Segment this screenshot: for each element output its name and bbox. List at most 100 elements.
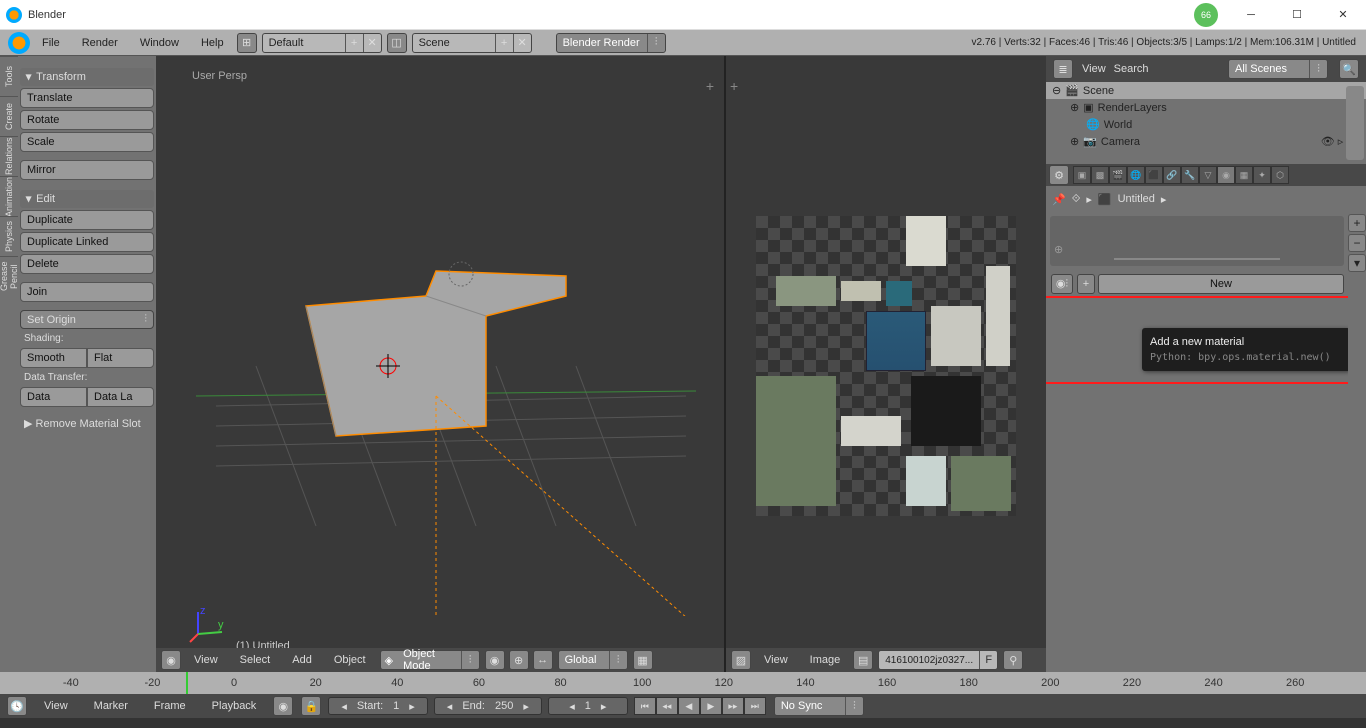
duplicate-linked-button[interactable]: Duplicate Linked bbox=[20, 232, 154, 252]
tab-animation[interactable]: Animation bbox=[0, 176, 18, 216]
tab-material[interactable]: ◉ bbox=[1217, 166, 1235, 184]
vp-add[interactable]: Add bbox=[282, 648, 322, 672]
keyframe-next-button[interactable]: ▸▸ bbox=[722, 697, 744, 715]
tab-relations[interactable]: Relations bbox=[0, 136, 18, 176]
tab-render-layers[interactable]: ▩ bbox=[1091, 166, 1109, 184]
pin-icon[interactable]: 📌 bbox=[1052, 193, 1066, 206]
shading-icon[interactable]: ◉ bbox=[485, 650, 505, 670]
outliner-scrollbar[interactable] bbox=[1346, 86, 1364, 160]
tab-scene[interactable]: 🎬 bbox=[1109, 166, 1127, 184]
current-frame-field[interactable]: ◂1▸ bbox=[548, 697, 628, 715]
sync-selector[interactable]: No Sync⫶ bbox=[774, 696, 864, 716]
play-button[interactable]: ▶ bbox=[700, 697, 722, 715]
outliner-search[interactable]: Search bbox=[1114, 63, 1149, 75]
tree-world[interactable]: 🌐World bbox=[1046, 116, 1366, 133]
delete-button[interactable]: Delete bbox=[20, 254, 154, 274]
tab-data[interactable]: ▽ bbox=[1199, 166, 1217, 184]
data-layout-button[interactable]: Data La bbox=[87, 387, 154, 407]
editor-type-icon[interactable]: 🕓 bbox=[7, 696, 27, 716]
manipulator-icon[interactable]: ↔ bbox=[533, 650, 553, 670]
slot-add-button[interactable]: + bbox=[1348, 214, 1366, 232]
auto-keyframe-icon[interactable]: ◉ bbox=[273, 696, 293, 716]
tab-create[interactable]: Create bbox=[0, 96, 18, 136]
engine-selector[interactable]: Blender Render⫶ bbox=[556, 33, 666, 53]
outliner-view[interactable]: View bbox=[1082, 63, 1106, 75]
tl-frame[interactable]: Frame bbox=[144, 694, 196, 718]
search-icon[interactable]: 🔍 bbox=[1339, 59, 1359, 79]
tree-camera[interactable]: ⊕📷Camera👁 ▹ 📷 bbox=[1046, 133, 1366, 150]
menu-file[interactable]: File bbox=[32, 31, 70, 55]
flat-button[interactable]: Flat bbox=[87, 348, 154, 368]
tree-scene[interactable]: ⊖🎬Scene bbox=[1046, 82, 1366, 99]
image-browse-icon[interactable]: ▤ bbox=[853, 650, 873, 670]
menu-render[interactable]: Render bbox=[72, 31, 128, 55]
timeline-ruler[interactable]: -40-200204060801001201401601802002202402… bbox=[0, 672, 1366, 694]
img-view[interactable]: View bbox=[754, 648, 798, 672]
panel-edit[interactable]: Edit bbox=[20, 190, 154, 208]
layers-icon[interactable]: ▦ bbox=[633, 650, 653, 670]
image-file-field[interactable]: 416100102jz0327...F bbox=[878, 650, 998, 670]
mirror-button[interactable]: Mirror bbox=[20, 160, 154, 180]
close-button[interactable]: ✕ bbox=[1320, 0, 1366, 30]
material-slot-list[interactable]: ⊕ bbox=[1050, 216, 1344, 266]
viewport-3d[interactable]: User Persp + bbox=[156, 56, 726, 672]
tab-physics-prop[interactable]: ⬡ bbox=[1271, 166, 1289, 184]
vp-select[interactable]: Select bbox=[230, 648, 281, 672]
editor-type-icon[interactable]: ⚙ bbox=[1049, 165, 1069, 185]
tab-render[interactable]: ▣ bbox=[1073, 166, 1091, 184]
pivot-icon[interactable]: ⊕ bbox=[509, 650, 529, 670]
tl-marker[interactable]: Marker bbox=[84, 694, 138, 718]
start-frame-field[interactable]: ◂Start:1▸ bbox=[328, 697, 427, 715]
tab-particles[interactable]: ✦ bbox=[1253, 166, 1271, 184]
tab-tools[interactable]: Tools bbox=[0, 56, 18, 96]
tab-texture[interactable]: ▦ bbox=[1235, 166, 1253, 184]
menu-help[interactable]: Help bbox=[191, 31, 234, 55]
tab-constraints[interactable]: 🔗 bbox=[1163, 166, 1181, 184]
material-browse-icon[interactable]: ◉⫶ bbox=[1051, 274, 1073, 294]
vp-view[interactable]: View bbox=[184, 648, 228, 672]
tab-physics[interactable]: Physics bbox=[0, 216, 18, 256]
playhead[interactable] bbox=[186, 672, 188, 694]
vp-object[interactable]: Object bbox=[324, 648, 376, 672]
viewport-plus-icon[interactable]: + bbox=[706, 78, 714, 94]
tab-object[interactable]: ⬛ bbox=[1145, 166, 1163, 184]
minimize-button[interactable]: ─ bbox=[1228, 0, 1274, 30]
tab-grease-pencil[interactable]: Grease Pencil bbox=[0, 256, 18, 296]
translate-button[interactable]: Translate bbox=[20, 88, 154, 108]
editor-type-icon[interactable]: ◉ bbox=[161, 650, 181, 670]
lock-icon[interactable]: 🔒 bbox=[301, 696, 321, 716]
join-button[interactable]: Join bbox=[20, 282, 154, 302]
duplicate-button[interactable]: Duplicate bbox=[20, 210, 154, 230]
image-editor[interactable]: + ▨ View Image ▤ 416100102jz0327...F ⚲ bbox=[726, 56, 1046, 672]
play-reverse-button[interactable]: ◀ bbox=[678, 697, 700, 715]
editor-type-icon[interactable]: ▨ bbox=[731, 650, 751, 670]
new-material-button[interactable]: New bbox=[1098, 274, 1344, 294]
scenes-filter[interactable]: All Scenes⫶ bbox=[1228, 59, 1328, 79]
menu-window[interactable]: Window bbox=[130, 31, 189, 55]
rotate-button[interactable]: Rotate bbox=[20, 110, 154, 130]
scene-icon[interactable]: ◫ bbox=[387, 33, 407, 53]
orientation-selector[interactable]: Global⫶ bbox=[558, 650, 628, 670]
tree-renderlayers[interactable]: ⊕▣RenderLayers▫ bbox=[1046, 99, 1366, 116]
editor-type-icon[interactable]: ≣ bbox=[1053, 59, 1073, 79]
screen-layout-icon[interactable]: ⊞ bbox=[237, 33, 257, 53]
tab-modifiers[interactable]: 🔧 bbox=[1181, 166, 1199, 184]
scale-button[interactable]: Scale bbox=[20, 132, 154, 152]
jump-start-button[interactable]: ⏮ bbox=[634, 697, 656, 715]
jump-end-button[interactable]: ⏭ bbox=[744, 697, 766, 715]
outliner-tree[interactable]: ⊖🎬Scene ⊕▣RenderLayers▫ 🌐World ⊕📷Camera👁… bbox=[1046, 82, 1366, 164]
tab-world[interactable]: 🌐 bbox=[1127, 166, 1145, 184]
set-origin-dropdown[interactable]: Set Origin bbox=[20, 310, 154, 329]
img-image[interactable]: Image bbox=[800, 648, 851, 672]
material-add-icon[interactable]: + bbox=[1077, 274, 1095, 294]
tl-playback[interactable]: Playback bbox=[202, 694, 267, 718]
mode-selector[interactable]: ◈Object Mode⫶ bbox=[380, 650, 480, 670]
slot-remove-button[interactable]: − bbox=[1348, 234, 1366, 252]
maximize-button[interactable]: ☐ bbox=[1274, 0, 1320, 30]
slot-menu-button[interactable]: ▾ bbox=[1348, 254, 1366, 272]
end-frame-field[interactable]: ◂End:250▸ bbox=[434, 697, 542, 715]
keyframe-prev-button[interactable]: ◂◂ bbox=[656, 697, 678, 715]
panel-transform[interactable]: Transform bbox=[20, 68, 154, 86]
data-button[interactable]: Data bbox=[20, 387, 87, 407]
scene-selector[interactable]: Scene+✕ bbox=[412, 33, 532, 53]
